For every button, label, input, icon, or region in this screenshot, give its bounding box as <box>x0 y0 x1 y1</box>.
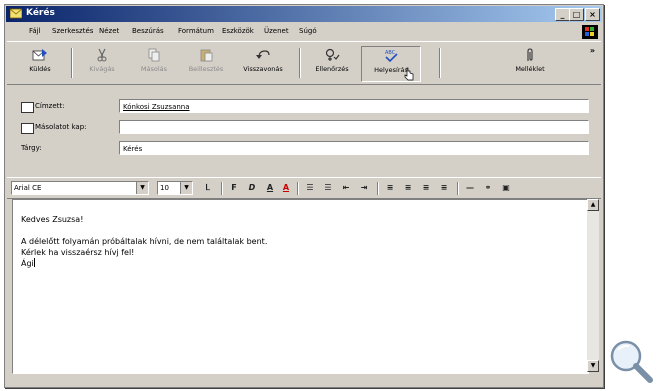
menu-insert[interactable]: Beszúrás <box>132 27 164 35</box>
menu-tools[interactable]: Eszközök <box>222 27 254 35</box>
cc-row: Másolatot kap: <box>7 119 601 137</box>
italic-icon[interactable]: D <box>245 182 259 194</box>
align-center-icon[interactable]: ≡ <box>401 182 415 194</box>
menu-help[interactable]: Súgó <box>299 27 317 35</box>
cc-label: Másolatot kap: <box>35 123 87 131</box>
cut-label: Kivágás <box>89 65 115 73</box>
to-row: Címzett: Kónkosi Zsuzsanna <box>7 98 601 116</box>
paperclip-icon <box>527 48 533 61</box>
toolbar-separator <box>299 48 301 78</box>
to-label: Címzett: <box>35 102 65 110</box>
undo-button[interactable]: Visszavonás <box>233 46 293 80</box>
attach-label: Melléklet <box>515 65 545 73</box>
status-bar <box>7 375 601 385</box>
scroll-down-icon[interactable]: ▼ <box>587 360 599 372</box>
message-line: Ági <box>21 259 34 268</box>
format-separator <box>297 182 299 195</box>
paste-label: Beillesztés <box>188 65 224 73</box>
align-right-icon[interactable]: ≡ <box>419 182 433 194</box>
paste-icon <box>200 49 213 62</box>
bullet-list-icon[interactable]: ☰ <box>321 182 335 194</box>
undo-icon <box>256 50 270 59</box>
svg-text:ABC: ABC <box>385 50 396 56</box>
font-color-icon[interactable]: A <box>279 182 293 194</box>
numbered-list-icon[interactable]: ☰ <box>303 182 317 194</box>
send-icon <box>32 49 47 61</box>
spelling-button[interactable]: ABC Helyesírás <box>361 46 421 82</box>
bold-icon[interactable]: F <box>227 182 241 194</box>
insert-picture-icon[interactable]: ▣ <box>499 182 513 194</box>
send-label: Küldés <box>29 65 51 73</box>
scroll-up-icon[interactable]: ▲ <box>587 199 599 211</box>
message-body[interactable]: Kedves Zsuzsa! A délelőtt folyamán próbá… <box>12 199 589 374</box>
check-names-icon <box>325 48 340 61</box>
paste-button[interactable]: Beillesztés <box>181 46 231 80</box>
undo-label: Visszavonás <box>243 65 283 73</box>
minimize-button[interactable]: _ <box>555 8 570 21</box>
check-names-button[interactable]: Ellenőrzés <box>305 46 359 80</box>
attach-button[interactable]: Melléklet <box>505 46 555 80</box>
chevron-down-icon[interactable]: ▼ <box>136 182 148 194</box>
cc-field[interactable] <box>119 120 589 134</box>
mouse-cursor-icon <box>404 67 414 81</box>
check-label: Ellenőrzés <box>315 65 349 73</box>
menu-format[interactable]: Formátum <box>178 27 214 35</box>
message-line: Kérlek ha visszaérsz hívj fel! <box>21 248 135 257</box>
cut-button[interactable]: Kivágás <box>77 46 127 80</box>
increase-indent-icon[interactable]: ⇥ <box>357 182 371 194</box>
horizontal-line-icon[interactable]: — <box>463 182 477 194</box>
spellcheck-icon: ABC <box>385 50 398 63</box>
copy-button[interactable]: Másolás <box>129 46 179 80</box>
underline-icon[interactable]: A <box>263 182 277 194</box>
address-book-icon[interactable] <box>21 123 34 134</box>
message-line: Kedves Zsuzsa! <box>21 215 84 224</box>
font-size-select[interactable]: 10 ▼ <box>157 181 193 195</box>
main-toolbar: Küldés Kivágás Másolás Beillesztés Vissz… <box>7 41 601 85</box>
title-bar[interactable]: Kérés _ □ × <box>6 6 602 22</box>
font-select[interactable]: Arial CE ▼ <box>11 181 149 195</box>
toolbar-overflow-chevron[interactable]: » <box>590 46 595 55</box>
subject-field[interactable]: Kérés <box>119 141 589 155</box>
copy-icon <box>148 48 160 62</box>
toolbar-separator <box>71 48 73 78</box>
magnifier-icon[interactable] <box>606 336 656 386</box>
style-icon[interactable]: Ꮮ <box>201 182 215 194</box>
windows-logo-icon <box>582 25 598 39</box>
window-title: Kérés <box>26 8 55 18</box>
format-separator <box>221 182 223 195</box>
font-value: Arial CE <box>14 184 42 192</box>
justify-icon[interactable]: ≡ <box>437 182 451 194</box>
close-button[interactable]: × <box>585 8 600 21</box>
maximize-button[interactable]: □ <box>569 8 584 21</box>
send-button[interactable]: Küldés <box>15 46 65 80</box>
format-separator <box>377 182 379 195</box>
decrease-indent-icon[interactable]: ⇤ <box>339 182 353 194</box>
menu-view[interactable]: Nézet <box>99 27 119 35</box>
format-toolbar: Arial CE ▼ 10 ▼ Ꮮ F D A A ☰ ☰ ⇤ ⇥ ≡ ≡ ≡ … <box>7 177 601 199</box>
subject-label: Tárgy: <box>21 144 42 152</box>
hyperlink-icon[interactable]: ⚭ <box>481 182 495 194</box>
menu-message[interactable]: Üzenet <box>264 27 289 35</box>
menu-edit[interactable]: Szerkesztés <box>52 27 93 35</box>
address-book-icon[interactable] <box>21 102 34 113</box>
chevron-down-icon[interactable]: ▼ <box>180 182 192 194</box>
message-text: Kedves Zsuzsa! A délelőtt folyamán próbá… <box>21 214 267 269</box>
envelope-icon <box>10 8 22 19</box>
align-left-icon[interactable]: ≡ <box>383 182 397 194</box>
menu-file[interactable]: Fájl <box>29 27 41 35</box>
to-field[interactable]: Kónkosi Zsuzsanna <box>119 99 589 113</box>
subject-row: Tárgy: Kérés <box>7 140 601 158</box>
toolbar-separator <box>439 48 441 78</box>
menu-bar: Fájl Szerkesztés Nézet Beszúrás Formátum… <box>7 24 601 40</box>
text-caret <box>33 258 35 267</box>
format-separator <box>457 182 459 195</box>
compose-window: Kérés _ □ × Fájl Szerkesztés Nézet Beszú… <box>4 4 604 388</box>
to-recipient[interactable]: Kónkosi Zsuzsanna <box>123 103 190 111</box>
message-line: A délelőtt folyamán próbáltalak hívni, d… <box>21 237 268 246</box>
scissors-icon <box>97 48 107 62</box>
font-size-value: 10 <box>160 184 169 192</box>
vertical-scrollbar[interactable]: ▲ ▼ <box>587 199 599 372</box>
copy-label: Másolás <box>140 65 168 73</box>
